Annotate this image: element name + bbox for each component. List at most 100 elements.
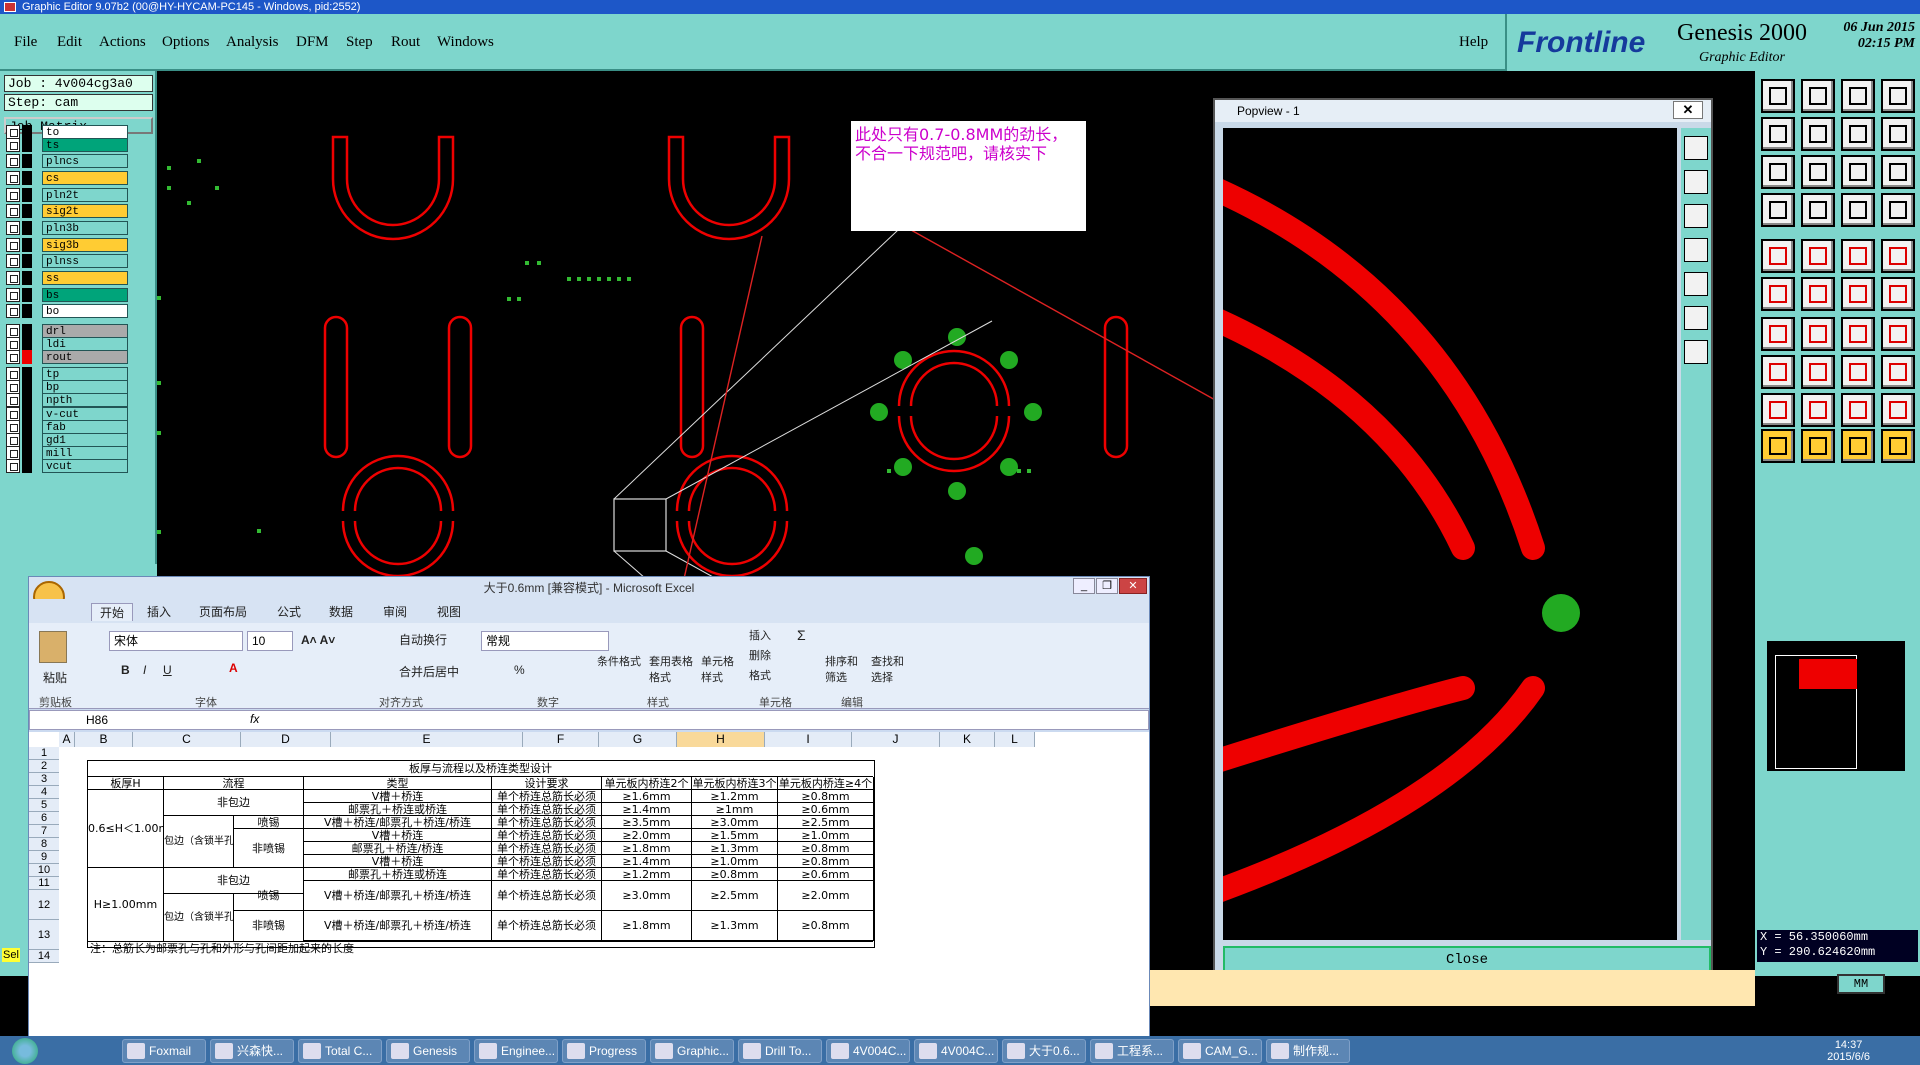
layer-row-sig3b[interactable]: sig3b [6, 237, 128, 252]
menu-windows[interactable]: Windows [437, 34, 494, 51]
layer-checkbox[interactable] [6, 221, 20, 235]
paste-button[interactable]: 粘贴 [43, 669, 67, 686]
popview-tool-1[interactable] [1684, 136, 1708, 160]
net-icon[interactable] [1761, 277, 1795, 311]
draw-line-icon[interactable] [1761, 317, 1795, 351]
column-header-B[interactable]: B [75, 732, 133, 747]
popview-tool-2[interactable] [1684, 170, 1708, 194]
letter-a-icon[interactable] [1801, 393, 1835, 427]
taskbar-item[interactable]: 兴森快... [210, 1039, 294, 1063]
taskbar-item[interactable]: 制作规... [1266, 1039, 1350, 1063]
copy-icon[interactable] [1801, 117, 1835, 151]
insert-cells-button[interactable]: 插入 [749, 627, 771, 643]
pointer-box-icon[interactable] [1801, 429, 1835, 463]
cell-style-button[interactable]: 单元格样式 [701, 653, 741, 685]
row-header[interactable]: 12 [29, 890, 59, 920]
tab-data[interactable]: 数据 [329, 603, 353, 620]
find-select-button[interactable]: 查找和选择 [871, 653, 907, 685]
pointer-move-icon[interactable] [1841, 429, 1875, 463]
restore-icon[interactable]: ❐ [1096, 578, 1118, 594]
menu-file[interactable]: File [14, 34, 37, 51]
popview-close-icon[interactable]: ✕ [1673, 101, 1703, 119]
center-icon[interactable] [1801, 155, 1835, 189]
row-header[interactable]: 8 [29, 838, 59, 851]
menu-rout[interactable]: Rout [391, 34, 420, 51]
layer-checkbox[interactable] [6, 171, 20, 185]
grow-font-icon[interactable]: A˄ A˅ [301, 633, 335, 647]
menu-edit[interactable]: Edit [57, 34, 82, 51]
triangle-icon[interactable] [1761, 393, 1795, 427]
row-header[interactable]: 7 [29, 825, 59, 838]
help-icon[interactable] [1881, 155, 1915, 189]
layer-row-bs[interactable]: bs [6, 287, 128, 302]
layer-row-npth[interactable]: npth [6, 392, 128, 407]
column-header-I[interactable]: I [765, 732, 852, 747]
autosum-icon[interactable]: Σ [797, 627, 806, 643]
tab-page-layout[interactable]: 页面布局 [199, 603, 247, 620]
taskbar-item[interactable]: 大于0.6... [1002, 1039, 1086, 1063]
layer-checkbox[interactable] [6, 254, 20, 268]
layer-checkbox[interactable] [6, 350, 20, 364]
popview-tool-3[interactable] [1684, 204, 1708, 228]
layer-row-sig2t[interactable]: sig2t [6, 203, 128, 218]
number-format-select[interactable]: 常规 [481, 631, 609, 651]
tab-home[interactable]: 开始 [91, 603, 134, 621]
menu-step[interactable]: Step [346, 34, 373, 51]
row-header[interactable]: 9 [29, 851, 59, 864]
scale-icon[interactable] [1841, 155, 1875, 189]
underline-icon[interactable]: U [163, 663, 172, 677]
flip-icon[interactable] [1881, 317, 1915, 351]
trim-icon[interactable] [1801, 355, 1835, 389]
format-cells-button[interactable]: 格式 [749, 667, 771, 683]
close-icon[interactable]: ✕ [1119, 578, 1147, 594]
font-size-select[interactable]: 10 [247, 631, 293, 651]
italic-icon[interactable]: I [143, 663, 146, 677]
layer-row-pln2t[interactable]: pln2t [6, 187, 128, 202]
minimize-icon[interactable]: _ [1073, 578, 1095, 594]
row-header[interactable]: 10 [29, 864, 59, 877]
measure-icon[interactable] [1841, 193, 1875, 227]
popview-tool-4[interactable] [1684, 238, 1708, 262]
tab-insert[interactable]: 插入 [147, 603, 171, 620]
row-header[interactable]: 4 [29, 786, 59, 799]
join-icon[interactable] [1841, 355, 1875, 389]
link-icon[interactable] [1881, 277, 1915, 311]
home-icon[interactable] [1841, 79, 1875, 113]
column-header-J[interactable]: J [852, 732, 940, 747]
name-box[interactable]: H86 [86, 713, 108, 727]
cut-icon[interactable] [1801, 277, 1835, 311]
row-header[interactable]: 5 [29, 799, 59, 812]
ruler-icon[interactable] [1841, 239, 1875, 273]
start-button[interactable] [2, 1036, 52, 1065]
taskbar-item[interactable]: 4V004C... [826, 1039, 910, 1063]
open-icon[interactable] [1761, 79, 1795, 113]
layer-row-vcut[interactable]: vcut [6, 458, 128, 473]
layer-row-plnss[interactable]: plnss [6, 253, 128, 268]
point-icon[interactable] [1881, 239, 1915, 273]
layer-checkbox[interactable] [6, 304, 20, 318]
split-icon[interactable] [1881, 355, 1915, 389]
popview-tool-6[interactable] [1684, 306, 1708, 330]
column-header-K[interactable]: K [940, 732, 995, 747]
zoom-icon[interactable] [1881, 79, 1915, 113]
taskbar-item[interactable]: 4V004C... [914, 1039, 998, 1063]
row-header[interactable]: 14 [29, 950, 59, 963]
taskbar-item[interactable]: Total C... [298, 1039, 382, 1063]
menu-help[interactable]: Help [1459, 34, 1488, 51]
save-icon[interactable] [1801, 79, 1835, 113]
paste-icon[interactable] [39, 631, 67, 663]
layer-checkbox[interactable] [6, 154, 20, 168]
draw-arc-icon[interactable] [1801, 317, 1835, 351]
delete-cells-button[interactable]: 删除 [749, 647, 771, 663]
column-header-G[interactable]: G [599, 732, 677, 747]
pointer-route-icon[interactable] [1881, 429, 1915, 463]
font-name-select[interactable]: 宋体 [109, 631, 243, 651]
layer-row-cs[interactable]: cs [6, 170, 128, 185]
layer-checkbox[interactable] [6, 459, 20, 473]
layer-checkbox[interactable] [6, 271, 20, 285]
layer-row-ts[interactable]: ts [6, 137, 128, 152]
move-icon[interactable] [1761, 117, 1795, 151]
snap-icon[interactable] [1761, 193, 1795, 227]
fit-icon[interactable] [1761, 155, 1795, 189]
layer-checkbox[interactable] [6, 204, 20, 218]
